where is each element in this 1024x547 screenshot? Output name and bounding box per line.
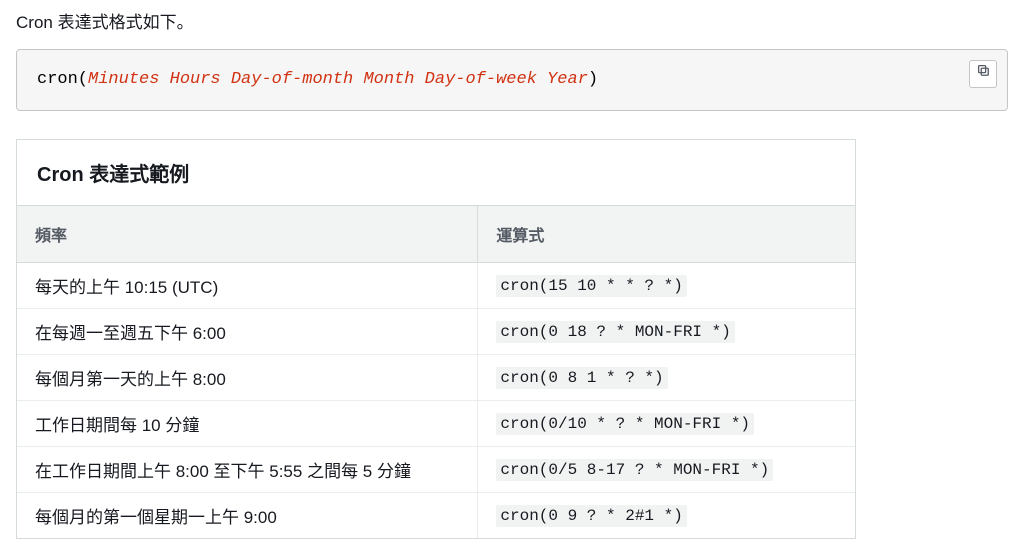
column-header-frequency: 頻率 xyxy=(17,206,478,263)
cell-expression: cron(0/5 8-17 ? * MON-FRI *) xyxy=(478,446,855,492)
intro-text: Cron 表達式格式如下。 xyxy=(16,8,1008,33)
cell-frequency: 工作日期間每 10 分鐘 xyxy=(17,400,478,446)
cell-frequency: 在每週一至週五下午 6:00 xyxy=(17,308,478,354)
table-row: 每天的上午 10:15 (UTC) cron(15 10 * * ? *) xyxy=(17,262,855,308)
cron-expression-code: cron(0 8 1 * ? *) xyxy=(496,367,667,389)
cell-expression: cron(0/10 * ? * MON-FRI *) xyxy=(478,400,855,446)
cell-expression: cron(0 18 ? * MON-FRI *) xyxy=(478,308,855,354)
table-row: 工作日期間每 10 分鐘 cron(0/10 * ? * MON-FRI *) xyxy=(17,400,855,446)
cron-expression-code: cron(15 10 * * ? *) xyxy=(496,275,686,297)
cell-expression: cron(0 8 1 * ? *) xyxy=(478,354,855,400)
cron-examples-table: 頻率 運算式 每天的上午 10:15 (UTC) cron(15 10 * * ?… xyxy=(17,206,855,538)
table-row: 在工作日期間上午 8:00 至下午 5:55 之間每 5 分鐘 cron(0/5 … xyxy=(17,446,855,492)
cron-examples-table-container: Cron 表達式範例 頻率 運算式 每天的上午 10:15 (UTC) cron(… xyxy=(16,139,856,539)
table-row: 每個月的第一個星期一上午 9:00 cron(0 9 ? * 2#1 *) xyxy=(17,492,855,538)
cron-expression-code: cron(0/10 * ? * MON-FRI *) xyxy=(496,413,754,435)
cell-frequency: 在工作日期間上午 8:00 至下午 5:55 之間每 5 分鐘 xyxy=(17,446,478,492)
code-replaceable: Minutes Hours Day-of-month Month Day-of-… xyxy=(88,70,588,89)
cell-expression: cron(15 10 * * ? *) xyxy=(478,262,855,308)
table-title: Cron 表達式範例 xyxy=(17,140,855,206)
column-header-expression: 運算式 xyxy=(478,206,855,263)
cell-frequency: 每個月的第一個星期一上午 9:00 xyxy=(17,492,478,538)
cell-frequency: 每天的上午 10:15 (UTC) xyxy=(17,262,478,308)
table-row: 在每週一至週五下午 6:00 cron(0 18 ? * MON-FRI *) xyxy=(17,308,855,354)
cron-expression-code: cron(0 18 ? * MON-FRI *) xyxy=(496,321,734,343)
cell-frequency: 每個月第一天的上午 8:00 xyxy=(17,354,478,400)
cell-expression: cron(0 9 ? * 2#1 *) xyxy=(478,492,855,538)
cron-syntax-codeblock: cron(Minutes Hours Day-of-month Month Da… xyxy=(16,49,1008,111)
copy-icon xyxy=(976,62,990,86)
code-suffix: ) xyxy=(588,70,598,89)
cron-expression-code: cron(0/5 8-17 ? * MON-FRI *) xyxy=(496,459,773,481)
code-prefix: cron( xyxy=(37,70,88,89)
table-row: 每個月第一天的上午 8:00 cron(0 8 1 * ? *) xyxy=(17,354,855,400)
copy-button[interactable] xyxy=(969,60,997,88)
cron-expression-code: cron(0 9 ? * 2#1 *) xyxy=(496,505,686,527)
